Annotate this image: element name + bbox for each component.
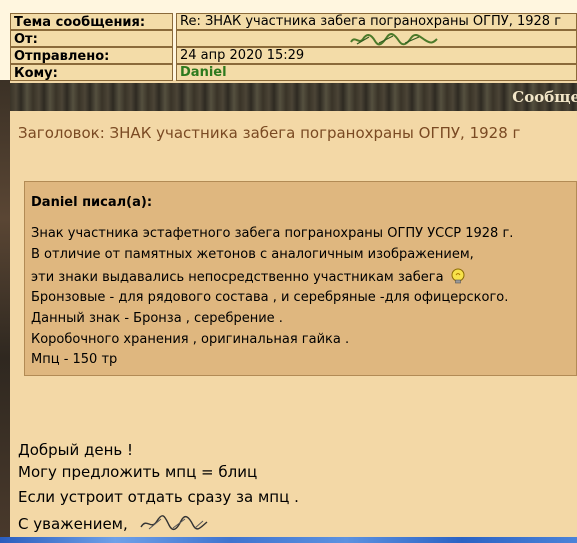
subject-value: Re: ЗНАК участника забега погранохраны О… bbox=[176, 13, 577, 30]
banner-title: Сообщен bbox=[512, 88, 577, 106]
recipient-link[interactable]: Daniel bbox=[176, 64, 577, 81]
to-label: Кому: bbox=[10, 64, 173, 81]
message-subject: Заголовок: ЗНАК участника забега пограно… bbox=[18, 124, 521, 142]
sent-label: Отправлено: bbox=[10, 47, 173, 64]
sent-value: 24 апр 2020 15:29 bbox=[176, 47, 577, 64]
quote-line: Знак участника эстафетного забега погран… bbox=[31, 226, 514, 241]
signature-scribble bbox=[139, 515, 207, 531]
quote-line: Бронзовые - для рядового состава , и сер… bbox=[31, 290, 509, 305]
reply-line: Если устроит отдать сразу за мпц . bbox=[18, 488, 299, 506]
from-value[interactable] bbox=[176, 30, 577, 47]
quote-line: В отличие от памятных жетонов с аналогич… bbox=[31, 247, 474, 262]
reply-line: Могу предложить мпц = блиц bbox=[18, 463, 258, 481]
sender-signature-image bbox=[350, 33, 438, 46]
reply-line: С уважением, bbox=[18, 513, 209, 533]
header-row-to: Кому: Daniel bbox=[10, 64, 577, 83]
reply-line: Добрый день ! bbox=[18, 441, 134, 459]
quote-block: Daniel писал(а): Знак участника эстафетн… bbox=[24, 181, 577, 376]
taskbar-strip bbox=[0, 537, 577, 543]
subject-label: Тема сообщения: bbox=[10, 13, 173, 30]
from-label: От: bbox=[10, 30, 173, 47]
message-banner: Сообщен bbox=[10, 83, 577, 111]
quote-line: Данный знак - Бронза , серебрение . bbox=[31, 311, 283, 326]
quote-line: эти знаки выдавались непосредственно уча… bbox=[31, 268, 466, 285]
quote-line: Мпц - 150 тр bbox=[31, 352, 118, 367]
quote-author: Daniel писал(а): bbox=[31, 195, 153, 210]
message-header: Тема сообщения: Re: ЗНАК участника забег… bbox=[0, 0, 577, 83]
reply-signoff: С уважением, bbox=[18, 515, 128, 533]
quote-line: Коробочного хранения , оригинальная гайк… bbox=[31, 332, 350, 347]
lightbulb-icon bbox=[451, 268, 465, 284]
left-decor-strip bbox=[0, 80, 10, 543]
quote-line-text: эти знаки выдавались непосредственно уча… bbox=[31, 270, 444, 285]
message-body: Заголовок: ЗНАК участника забега пограно… bbox=[10, 111, 577, 543]
